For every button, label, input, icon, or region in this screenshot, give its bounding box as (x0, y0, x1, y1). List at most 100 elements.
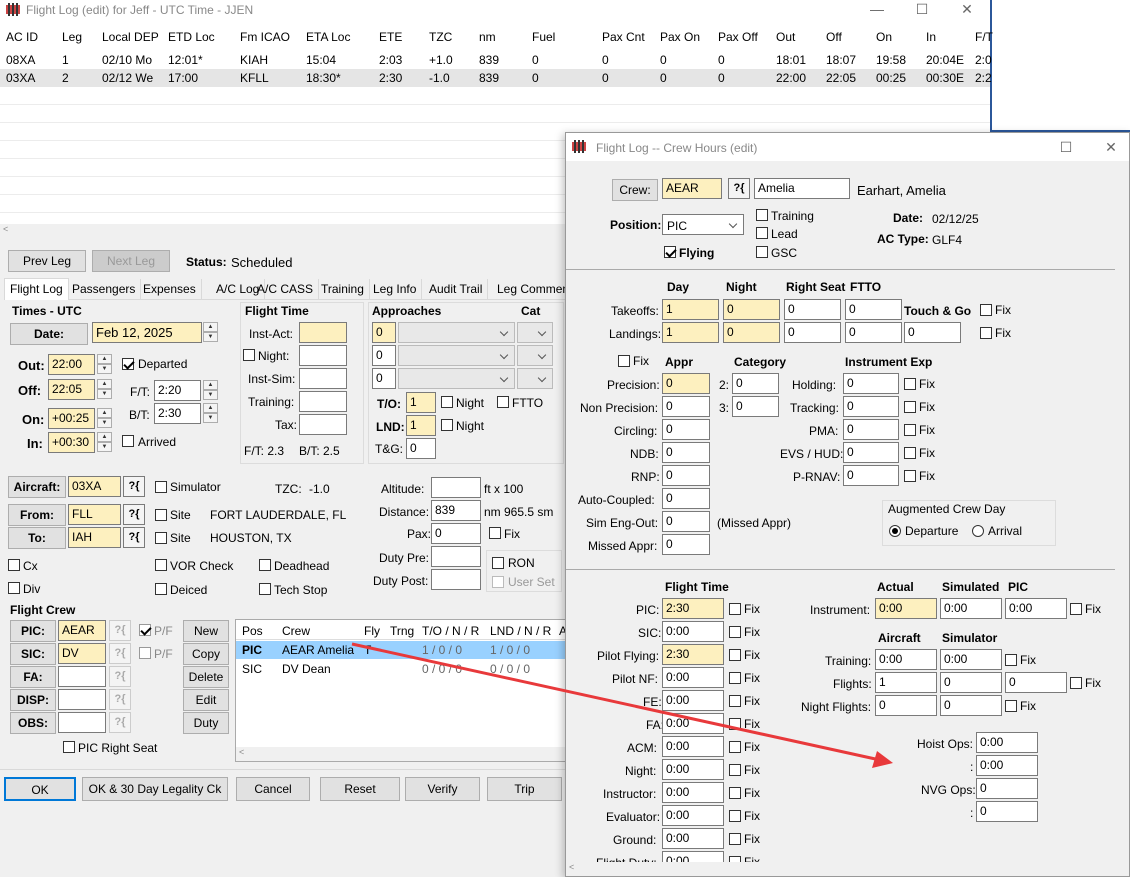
out-spinner[interactable]: ▲ ▼ (97, 354, 112, 375)
date-field[interactable]: Feb 12, 2025 (92, 322, 202, 343)
tg-field[interactable]: 0 (406, 438, 436, 459)
appr-cat-3[interactable] (517, 368, 553, 389)
out-field[interactable]: 22:00 (48, 354, 95, 375)
off-field[interactable]: 22:05 (48, 379, 95, 400)
crew-lookup-button[interactable]: ?{ (728, 178, 750, 199)
arrival-radio[interactable] (972, 525, 984, 537)
training-ac-field[interactable]: 0:00 (875, 649, 937, 670)
legs-hscrollbar[interactable]: < (0, 224, 566, 238)
landings-day-field[interactable]: 1 (662, 322, 719, 343)
approach-field[interactable]: 0 (662, 511, 710, 532)
aircraft-lookup-button[interactable]: ?{ (123, 476, 145, 497)
to-lookup-button[interactable]: ?{ (123, 527, 145, 548)
duty-post-field[interactable] (431, 569, 481, 590)
on-field[interactable]: +00:25 (48, 408, 95, 429)
takeoffs-night-field[interactable]: 0 (723, 299, 780, 320)
flight-time-field[interactable]: 0:00 (662, 667, 724, 688)
approach-field[interactable]: 0 (662, 534, 710, 555)
flight-time-field[interactable]: 0:00 (662, 828, 724, 849)
appr-type-3[interactable] (398, 368, 515, 389)
hoist-field[interactable]: 0:00 (976, 732, 1038, 753)
flight-time-field[interactable]: 0:00 (662, 759, 724, 780)
inst-exp-field[interactable]: 0 (843, 465, 899, 486)
ft-field[interactable]: 2:20 (154, 380, 201, 401)
crew-new-button[interactable]: New (183, 620, 229, 642)
legs-col-header[interactable]: Fuel (532, 30, 555, 44)
flight-time-field[interactable]: 0:00 (662, 736, 724, 757)
legs-col-header[interactable]: AC ID (6, 30, 38, 44)
departed-checkbox[interactable] (122, 358, 134, 370)
takeoffs-fix-checkbox[interactable] (980, 304, 992, 316)
gsc-checkbox[interactable] (756, 246, 768, 258)
flights-sim-field[interactable]: 0 (940, 672, 1002, 693)
flight-time-3-fix-checkbox[interactable] (729, 672, 741, 684)
flying-checkbox[interactable] (664, 246, 676, 258)
from-site-checkbox[interactable] (155, 509, 167, 521)
crew-col-header[interactable]: Pos (242, 624, 263, 638)
flight-time-1-fix-checkbox[interactable] (729, 626, 741, 638)
legs-col-header[interactable]: Fm ICAO (240, 30, 290, 44)
flight-time-9-fix-checkbox[interactable] (729, 810, 741, 822)
flight-time-2-fix-checkbox[interactable] (729, 649, 741, 661)
vor-check-checkbox[interactable] (155, 559, 167, 571)
approach-field[interactable]: 0 (662, 373, 710, 394)
lead-checkbox[interactable] (756, 227, 768, 239)
appr-count-1[interactable]: 0 (372, 322, 396, 343)
inst-exp-2-fix-checkbox[interactable] (904, 424, 916, 436)
deadhead-checkbox[interactable] (259, 559, 271, 571)
appr-count-2[interactable]: 0 (372, 345, 396, 366)
duty-pre-field[interactable] (431, 546, 481, 567)
landings-night-field[interactable]: 0 (723, 322, 780, 343)
distance-field[interactable]: 839 (431, 500, 481, 521)
legs-col-header[interactable]: Local DEP (102, 30, 159, 44)
cx-checkbox[interactable] (8, 559, 20, 571)
legs-col-header[interactable]: ETE (379, 30, 402, 44)
legs-col-header[interactable]: ETA Loc (306, 30, 350, 44)
sic-button[interactable]: SIC: (10, 643, 56, 665)
ft-night-field[interactable] (299, 345, 347, 366)
in-field[interactable]: +00:30 (48, 432, 95, 453)
altitude-field[interactable] (431, 477, 481, 498)
crew-row-sic[interactable]: SIC DV Dean 0 / 0 / 0 0 / 0 / 0 (236, 660, 567, 678)
lnd-field[interactable]: 1 (406, 415, 436, 436)
legs-col-header[interactable]: Off (826, 30, 842, 44)
legs-col-header[interactable]: Pax Off (718, 30, 758, 44)
dialog-hscrollbar[interactable]: < (566, 862, 1129, 876)
date-spinner[interactable]: ▲ ▼ (203, 322, 218, 343)
flight-time-field[interactable]: 2:30 (662, 644, 724, 665)
approach-field[interactable]: 0 (662, 488, 710, 509)
off-spinner[interactable]: ▲ ▼ (97, 379, 112, 400)
obs-button[interactable]: OBS: (10, 712, 56, 734)
flights-fix-checkbox[interactable] (1070, 677, 1082, 689)
legs-col-header[interactable]: Pax On (660, 30, 700, 44)
crew-col-header[interactable]: T/O / N / R (422, 624, 479, 638)
inst-exp-0-fix-checkbox[interactable] (904, 378, 916, 390)
disp-field[interactable] (58, 689, 106, 710)
nightflights-ac-field[interactable]: 0 (875, 695, 937, 716)
instrument-sim-field[interactable]: 0:00 (940, 598, 1002, 619)
legs-col-header[interactable]: Leg (62, 30, 82, 44)
inst-exp-4-fix-checkbox[interactable] (904, 470, 916, 482)
bottom-button-cancel[interactable]: Cancel (236, 777, 310, 801)
bt-spinner[interactable]: ▲ ▼ (203, 403, 218, 424)
tab-a-c-cass[interactable]: A/C CASS (252, 279, 320, 299)
flights-x-field[interactable]: 0 (1005, 672, 1067, 693)
legs-col-header[interactable]: F/T (975, 30, 993, 44)
crew-row-pic[interactable]: PIC AEAR Amelia T 1 / 0 / 0 1 / 0 / 0 (236, 641, 567, 659)
flight-time-field[interactable]: 2:30 (662, 598, 724, 619)
appr-count-3[interactable]: 0 (372, 368, 396, 389)
ft-spinner[interactable]: ▲ ▼ (203, 380, 218, 401)
flight-time-5-fix-checkbox[interactable] (729, 718, 741, 730)
inst-exp-3-fix-checkbox[interactable] (904, 447, 916, 459)
approach-field[interactable]: 0 (662, 419, 710, 440)
close-icon[interactable]: ✕ (952, 0, 982, 18)
nightflights-sim-field[interactable]: 0 (940, 695, 1002, 716)
crew-grid-hscrollbar[interactable]: < (236, 747, 565, 761)
aircraft-field[interactable]: 03XA (68, 476, 121, 497)
pax-fix-checkbox[interactable] (489, 527, 501, 539)
leg-row-2[interactable]: 03XA 2 02/12 We 17:00 KFLL 18:30* 2:30 -1.0 839 0… (0, 69, 992, 87)
sic-field[interactable]: DV (58, 643, 106, 664)
aircraft-button[interactable]: Aircraft: (8, 476, 66, 498)
approach-field[interactable]: 0 (662, 442, 710, 463)
arrived-checkbox[interactable] (122, 435, 134, 447)
